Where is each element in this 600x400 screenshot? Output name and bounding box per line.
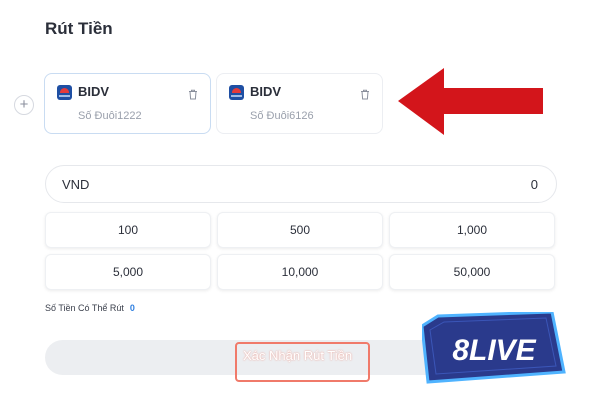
bank-card-2[interactable]: BIDV Số Đuôi6126 xyxy=(216,73,383,134)
preset-amount-button[interactable]: 10,000 xyxy=(217,254,383,290)
bank-name: BIDV xyxy=(78,84,110,99)
trash-icon[interactable] xyxy=(188,89,198,100)
8live-logo-text: 8LIVE xyxy=(452,334,536,367)
add-bank-button[interactable]: + xyxy=(14,95,34,115)
preset-amount-button[interactable]: 1,000 xyxy=(389,212,555,248)
bidv-logo-icon xyxy=(57,85,72,100)
preset-amount-button[interactable]: 500 xyxy=(217,212,383,248)
confirm-withdraw-label: Xác Nhận Rút Tiền xyxy=(243,348,353,363)
trash-icon[interactable] xyxy=(360,89,370,100)
page-title: Rút Tiền xyxy=(45,19,113,38)
bidv-logo-icon xyxy=(229,85,244,100)
preset-amount-button[interactable]: 5,000 xyxy=(45,254,211,290)
preset-amount-button[interactable]: 100 xyxy=(45,212,211,248)
bank-name: BIDV xyxy=(250,84,282,99)
available-amount: Số Tiền Có Thể Rút 0 xyxy=(45,303,135,313)
preset-amount-button[interactable]: 50,000 xyxy=(389,254,555,290)
bank-account-suffix: Số Đuôi1222 xyxy=(78,110,142,122)
amount-input[interactable]: VND 0 xyxy=(45,165,557,203)
available-value: 0 xyxy=(129,303,135,313)
bank-account-suffix: Số Đuôi6126 xyxy=(250,110,314,122)
available-label: Số Tiền Có Thể Rút xyxy=(45,303,124,313)
bank-card-1[interactable]: BIDV Số Đuôi1222 xyxy=(44,73,211,134)
red-arrow-annotation xyxy=(398,68,543,135)
currency-label: VND xyxy=(62,177,90,192)
amount-value: 0 xyxy=(530,177,538,192)
8live-logo: 8LIVE xyxy=(422,312,566,384)
